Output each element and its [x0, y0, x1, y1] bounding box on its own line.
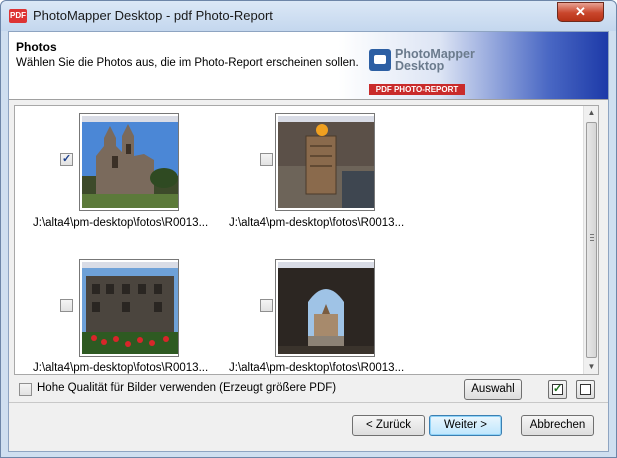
- scroll-down-arrow-icon[interactable]: ▼: [584, 360, 599, 374]
- cancel-button[interactable]: Abbrechen: [521, 415, 594, 436]
- uncheck-all-icon: [580, 384, 591, 395]
- pdf-app-icon: PDF: [9, 9, 27, 23]
- photo-thumbnail[interactable]: [79, 113, 179, 211]
- wizard-footer: < Zurück Weiter > Abbrechen: [9, 402, 608, 451]
- high-quality-checkbox[interactable]: [19, 383, 32, 396]
- close-button[interactable]: ✕: [557, 2, 604, 22]
- roman-gate-photo: [82, 262, 178, 354]
- photo-list[interactable]: J:\alta4\pm-desktop\fotos\R0013... J:\al…: [14, 105, 599, 375]
- scroll-grip-icon: [590, 234, 594, 241]
- church-photo: [82, 116, 178, 208]
- selection-button[interactable]: Auswahl: [464, 379, 522, 400]
- photo-thumbnail[interactable]: [275, 259, 375, 357]
- photo-path: J:\alta4\pm-desktop\fotos\R0013...: [229, 217, 405, 229]
- photomapper-logo-icon: [369, 49, 391, 71]
- photo-checkbox[interactable]: [60, 152, 73, 166]
- photomapper-logo-text: PhotoMapper Desktop: [395, 48, 485, 73]
- title-bar[interactable]: PDF PhotoMapper Desktop - pdf Photo-Repo…: [1, 1, 616, 31]
- photo-thumbnail[interactable]: [79, 259, 179, 357]
- photo-checkbox[interactable]: [260, 299, 273, 312]
- photo-thumbnail[interactable]: [275, 113, 375, 211]
- high-quality-label: Hohe Qualität für Bilder verwenden (Erze…: [37, 382, 337, 394]
- deselect-all-button[interactable]: [576, 380, 595, 399]
- select-all-button[interactable]: [548, 380, 567, 399]
- scroll-thumb[interactable]: [586, 122, 597, 358]
- pdf-report-banner: PDF PHOTO-REPORT: [369, 84, 465, 95]
- wizard-header: Photos Wählen Sie die Photos aus, die im…: [9, 32, 608, 100]
- photo-path: J:\alta4\pm-desktop\fotos\R0013...: [33, 362, 209, 374]
- dialog-content: Photos Wählen Sie die Photos aus, die im…: [8, 31, 609, 452]
- page-title: Photos: [16, 40, 57, 54]
- check-all-icon: [552, 382, 563, 395]
- back-button[interactable]: < Zurück: [352, 415, 425, 436]
- photo-path: J:\alta4\pm-desktop\fotos\R0013...: [229, 362, 405, 374]
- memorial-stone-photo: [278, 116, 374, 208]
- photo-list-scrollbar[interactable]: ▲ ▼: [583, 106, 598, 374]
- page-description: Wählen Sie die Photos aus, die im Photo-…: [16, 57, 359, 69]
- archway-photo: [278, 262, 374, 354]
- photo-path: J:\alta4\pm-desktop\fotos\R0013...: [33, 217, 209, 229]
- next-button[interactable]: Weiter >: [429, 415, 502, 436]
- photo-checkbox[interactable]: [60, 299, 73, 312]
- scroll-up-arrow-icon[interactable]: ▲: [584, 106, 599, 120]
- photo-checkbox[interactable]: [260, 153, 273, 166]
- window-title: PhotoMapper Desktop - pdf Photo-Report: [33, 8, 273, 23]
- logo-line-2: Desktop: [395, 59, 445, 73]
- dialog-window: PDF PhotoMapper Desktop - pdf Photo-Repo…: [0, 0, 617, 458]
